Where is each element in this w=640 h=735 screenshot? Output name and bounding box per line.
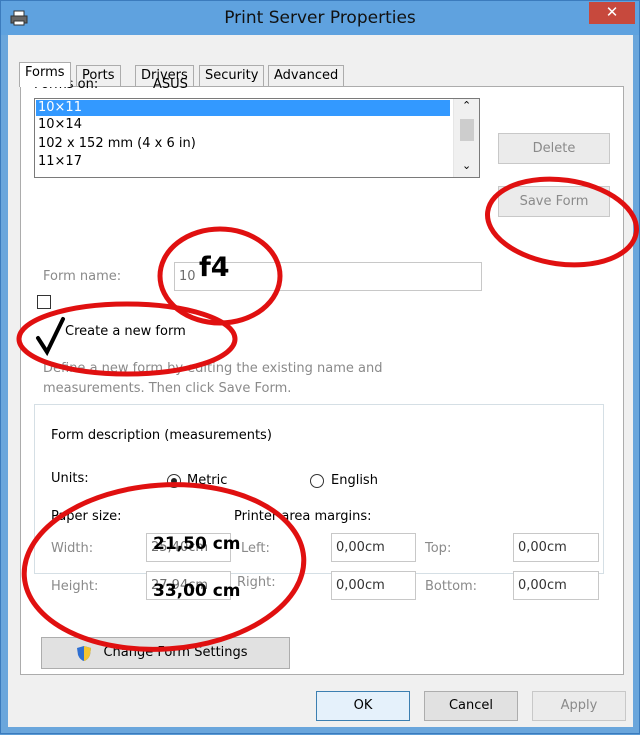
form-name-label: Form name: (43, 269, 122, 284)
delete-button[interactable]: Delete (498, 133, 610, 164)
english-label[interactable]: English (331, 473, 378, 488)
printer-margins-label: Printer area margins: (234, 509, 372, 524)
title-bar[interactable]: Print Server Properties ✕ (1, 1, 639, 35)
paper-size-label: Paper size: (51, 509, 122, 524)
tab-forms[interactable]: Forms (19, 62, 71, 87)
tab-security[interactable]: Security (199, 65, 265, 86)
hint-text-line-1: Define a new form by editing the existin… (43, 361, 383, 376)
apply-button[interactable]: Apply (532, 691, 626, 721)
ok-button[interactable]: OK (316, 691, 410, 721)
list-item[interactable]: 102 x 152 mm (4 x 6 in) (36, 136, 450, 152)
right-label: Right: (237, 575, 276, 590)
scroll-up-icon[interactable]: ⌃ (462, 99, 471, 112)
bottom-field[interactable]: 0,00cm (513, 571, 599, 600)
change-form-settings-label: Change Form Settings (103, 645, 248, 660)
tab-advanced[interactable]: Advanced (268, 65, 345, 86)
height-label: Height: (51, 579, 99, 594)
scroll-down-icon[interactable]: ⌄ (462, 159, 471, 172)
save-form-button[interactable]: Save Form (498, 186, 610, 217)
hint-text-line-2: measurements. Then click Save Form. (43, 381, 292, 396)
forms-listbox[interactable]: 10×11 10×14 102 x 152 mm (4 x 6 in) 11×1… (34, 98, 480, 178)
bottom-label: Bottom: (425, 579, 478, 594)
create-new-form-label[interactable]: Create a new form (65, 324, 186, 339)
english-radio[interactable] (310, 474, 324, 488)
create-new-form-checkbox[interactable] (37, 295, 51, 309)
cancel-button[interactable]: Cancel (424, 691, 518, 721)
list-item[interactable]: 10×11 (36, 100, 450, 116)
groupbox-title: Form description (measurements) (47, 428, 276, 443)
shield-icon (77, 646, 91, 661)
annotation-width-value: 21,50 cm (153, 534, 241, 554)
metric-label[interactable]: Metric (187, 473, 227, 488)
forms-on-server: ASUS (153, 77, 188, 92)
close-button[interactable]: ✕ (589, 2, 635, 24)
top-label: Top: (425, 541, 452, 556)
right-field[interactable]: 0,00cm (331, 571, 416, 600)
scroll-thumb[interactable] (460, 119, 474, 141)
units-label: Units: (51, 471, 89, 486)
annotation-height-value: 33,00 cm (153, 581, 241, 601)
list-item[interactable]: 11×17 (36, 154, 450, 170)
list-item[interactable]: 10×14 (36, 117, 450, 133)
annotation-f4: f4 (199, 252, 230, 283)
left-field[interactable]: 0,00cm (331, 533, 416, 562)
width-label: Width: (51, 541, 94, 556)
print-server-properties-window: Print Server Properties ✕ Forms Ports Dr… (0, 0, 640, 734)
window-title: Print Server Properties (224, 8, 416, 28)
top-field[interactable]: 0,00cm (513, 533, 599, 562)
list-scrollbar[interactable]: ⌃ ⌄ (453, 99, 479, 177)
change-form-settings-button[interactable]: Change Form Settings (41, 637, 290, 669)
left-label: Left: (241, 541, 270, 556)
metric-radio[interactable] (167, 474, 181, 488)
